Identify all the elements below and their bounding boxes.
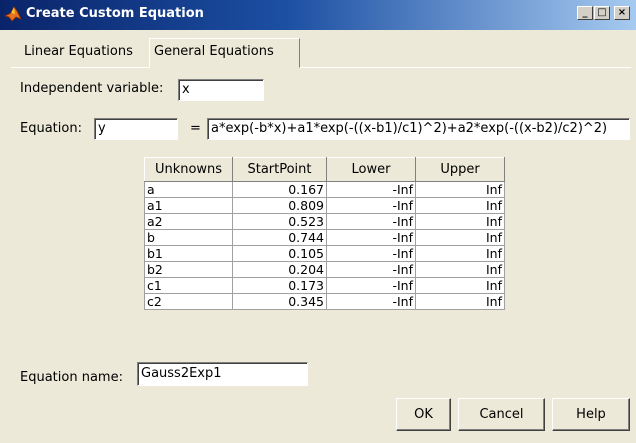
startpoint-cell[interactable]: 0.105 [232,245,327,262]
independent-variable-input[interactable]: x [178,79,264,101]
maximize-button[interactable]: □ [594,6,610,20]
upper-cell[interactable]: Inf [415,197,505,214]
unknown-cell[interactable]: b [144,229,233,246]
startpoint-cell[interactable]: 0.809 [232,197,327,214]
unknowns-table: Unknowns StartPoint Lower Upper a 0.167 -I… [144,157,505,310]
unknown-cell[interactable]: a1 [144,197,233,214]
lower-cell[interactable]: -Inf [326,213,416,230]
independent-variable-label: Independent variable: [20,81,164,96]
table-row: b1 0.105 -Inf Inf [144,245,505,262]
startpoint-cell[interactable]: 0.523 [232,213,327,230]
lower-cell[interactable]: -Inf [326,197,416,214]
table-row: a1 0.809 -Inf Inf [144,197,505,214]
upper-cell[interactable]: Inf [415,229,505,246]
upper-cell[interactable]: Inf [415,181,505,198]
upper-cell[interactable]: Inf [415,293,505,310]
tab-general-equations[interactable]: General Equations [149,38,300,68]
table-row: a 0.167 -Inf Inf [144,181,505,198]
tab-divider [11,67,631,68]
startpoint-cell[interactable]: 0.345 [232,293,327,310]
lower-cell[interactable]: -Inf [326,181,416,198]
title-bar[interactable]: Create Custom Equation _ □ × [0,0,636,30]
equation-name-input[interactable]: Gauss2Exp1 [137,362,308,386]
unknown-cell[interactable]: b1 [144,245,233,262]
lower-cell[interactable]: -Inf [326,293,416,310]
equation-rhs-input[interactable]: a*exp(-b*x)+a1*exp(-((x-b1)/c1)^2)+a2*ex… [207,118,630,140]
startpoint-cell[interactable]: 0.204 [232,261,327,278]
equation-label: Equation: [20,121,82,136]
header-startpoint[interactable]: StartPoint [232,157,327,182]
minimize-button[interactable]: _ [577,6,593,20]
startpoint-cell[interactable]: 0.744 [232,229,327,246]
unknown-cell[interactable]: b2 [144,261,233,278]
startpoint-cell[interactable]: 0.167 [232,181,327,198]
table-row: b2 0.204 -Inf Inf [144,261,505,278]
unknown-cell[interactable]: c2 [144,293,233,310]
lower-cell[interactable]: -Inf [326,229,416,246]
close-button[interactable]: × [614,6,630,20]
cancel-button[interactable]: Cancel [458,398,545,431]
unknown-cell[interactable]: c1 [144,277,233,294]
matlab-icon [4,6,22,22]
lower-cell[interactable]: -Inf [326,261,416,278]
window-title: Create Custom Equation [26,6,204,21]
header-unknowns[interactable]: Unknowns [144,157,233,182]
upper-cell[interactable]: Inf [415,245,505,262]
upper-cell[interactable]: Inf [415,213,505,230]
table-row: a2 0.523 -Inf Inf [144,213,505,230]
table-row: c1 0.173 -Inf Inf [144,277,505,294]
table-row: c2 0.345 -Inf Inf [144,293,505,310]
header-lower[interactable]: Lower [326,157,416,182]
unknown-cell[interactable]: a [144,181,233,198]
ok-button[interactable]: OK [396,398,451,431]
lower-cell[interactable]: -Inf [326,277,416,294]
equation-lhs-input[interactable]: y [94,118,178,140]
upper-cell[interactable]: Inf [415,277,505,294]
upper-cell[interactable]: Inf [415,261,505,278]
lower-cell[interactable]: -Inf [326,245,416,262]
header-upper[interactable]: Upper [415,157,505,182]
tab-linear-equations[interactable]: Linear Equations [20,40,146,66]
help-button[interactable]: Help [552,398,630,431]
table-row: b 0.744 -Inf Inf [144,229,505,246]
startpoint-cell[interactable]: 0.173 [232,277,327,294]
equals-sign: = [190,121,201,136]
equation-name-label: Equation name: [20,370,123,385]
unknown-cell[interactable]: a2 [144,213,233,230]
